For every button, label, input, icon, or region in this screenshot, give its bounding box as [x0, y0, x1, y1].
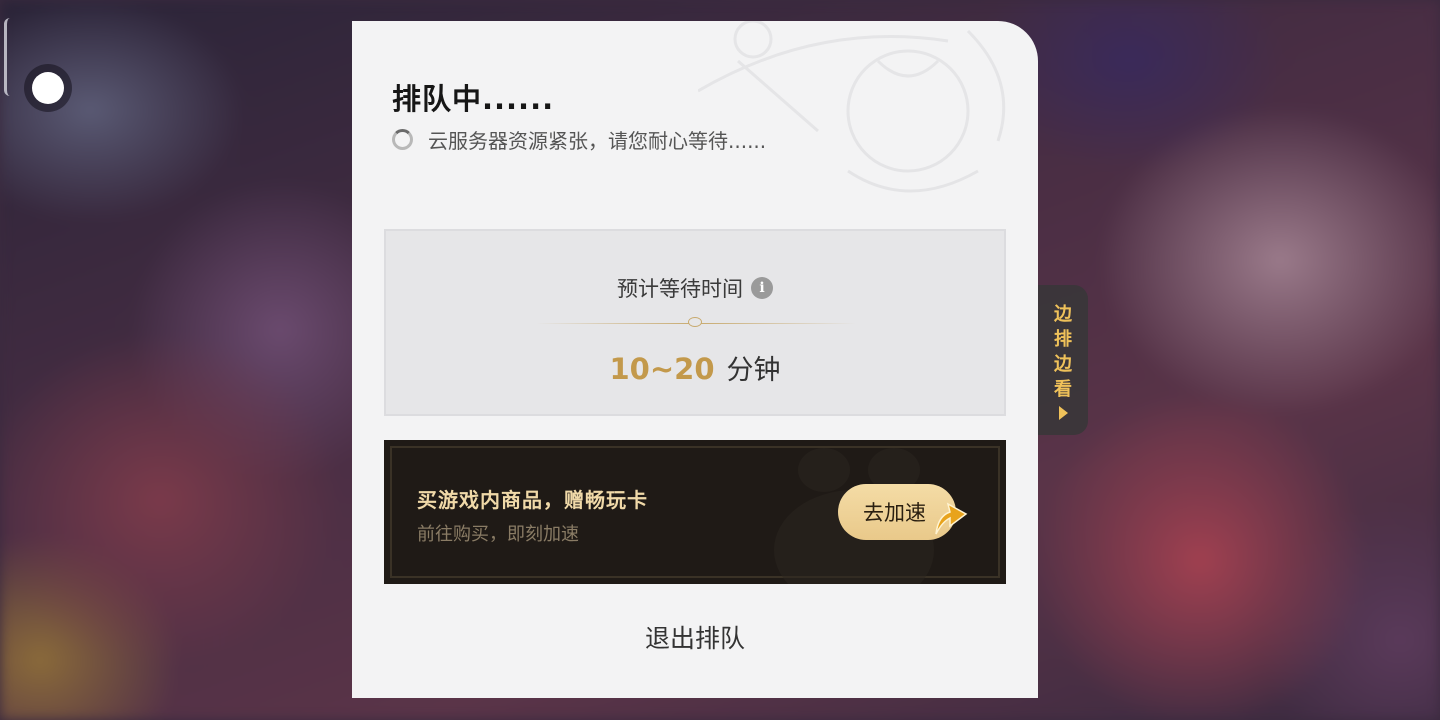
floating-assistive-button[interactable]	[24, 64, 72, 112]
side-tab-label: 边排边看	[1054, 304, 1072, 400]
divider-ornament-icon	[688, 317, 702, 327]
wait-time-value: 10~20	[609, 352, 715, 386]
exit-queue-button[interactable]: 退出排队	[352, 619, 1038, 655]
queue-title: 排队中......	[392, 82, 555, 116]
watch-while-queuing-tab[interactable]: 边排边看	[1038, 285, 1088, 435]
floating-dot-icon	[32, 72, 64, 104]
promo-banner[interactable]: 买游戏内商品，赠畅玩卡 前往购买，即刻加速 去加速	[384, 440, 1006, 584]
status-row: 云服务器资源紧张，请您耐心等待......	[392, 125, 766, 154]
wait-label: 预计等待时间	[617, 277, 743, 301]
info-icon[interactable]: i	[751, 277, 773, 299]
boost-button-label: 去加速	[863, 501, 926, 525]
status-text: 云服务器资源紧张，请您耐心等待......	[428, 129, 767, 153]
estimated-wait-box: 预计等待时间 i 10~20 分钟	[384, 229, 1006, 416]
queue-panel: 排队中...... 云服务器资源紧张，请您耐心等待...... 预计等待时间 i…	[352, 21, 1038, 698]
boost-button[interactable]: 去加速	[838, 484, 968, 540]
wait-time-unit: 分钟	[726, 355, 781, 386]
screen-edge-indicator	[4, 18, 10, 96]
wait-time-row: 10~20 分钟	[386, 348, 1004, 387]
play-icon	[1058, 406, 1068, 420]
panel-decoration-icon	[698, 21, 1006, 193]
wait-label-row: 预计等待时间 i	[386, 273, 1004, 303]
promo-subtitle: 前往购买，即刻加速	[417, 524, 579, 545]
boost-arrow-icon	[935, 502, 968, 535]
loading-spinner-icon	[392, 129, 413, 150]
promo-title: 买游戏内商品，赠畅玩卡	[417, 488, 648, 512]
